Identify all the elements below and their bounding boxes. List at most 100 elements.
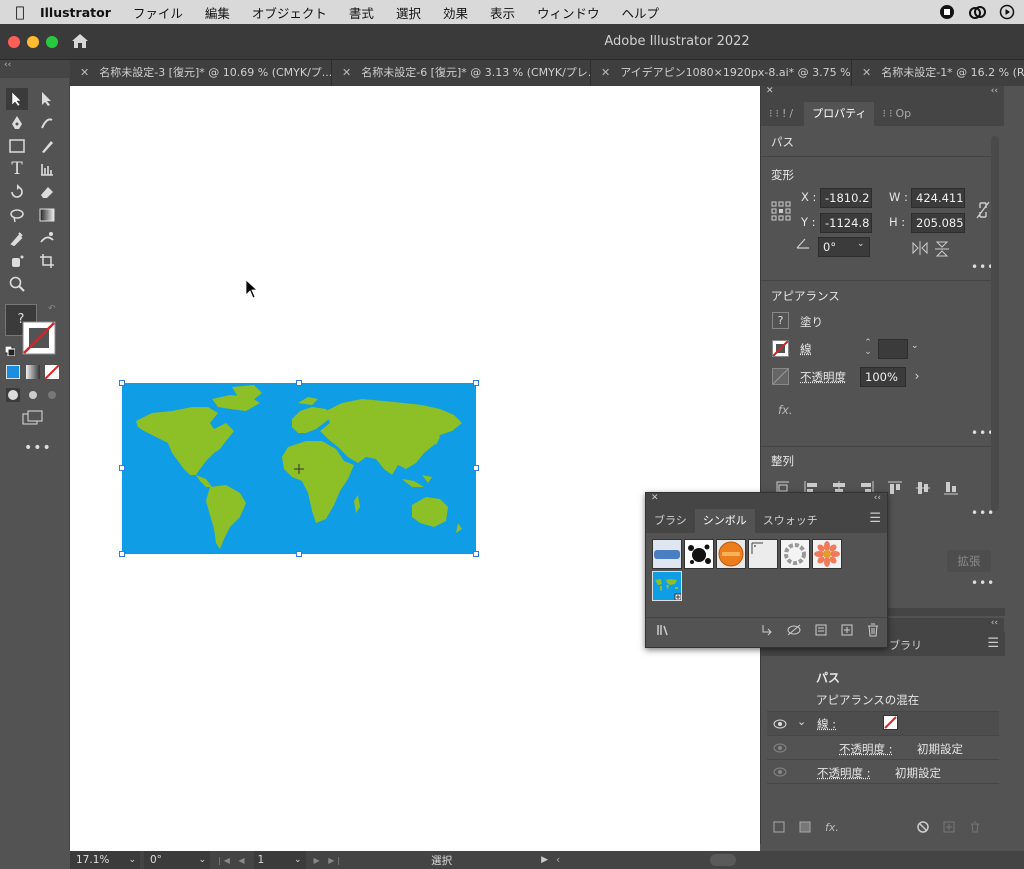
none-mode-icon[interactable] xyxy=(44,364,60,380)
paintbrush-tool-icon[interactable] xyxy=(36,135,58,157)
doc-tab-1[interactable]: ✕ 名称未設定-3 [復元]* @ 10.69 % (CMYK/プ... xyxy=(70,60,332,86)
symbol-sprayer-tool-icon[interactable] xyxy=(6,250,28,272)
stroke-swatch-none[interactable] xyxy=(883,715,898,730)
doc-tab-3[interactable]: ✕ アイデアピン1080×1920px-8.ai* @ 3.75 % ... xyxy=(591,60,852,86)
world-map-symbol-instance[interactable] xyxy=(119,380,479,557)
pen-tool-icon[interactable] xyxy=(6,112,28,134)
tab-other[interactable]: ⁝⁝Op xyxy=(874,102,919,126)
rotate-tool-icon[interactable] xyxy=(6,181,28,203)
tab-properties[interactable]: プロパティ xyxy=(804,102,875,126)
blue-brush-symbol[interactable] xyxy=(652,539,682,569)
eraser-tool-icon[interactable] xyxy=(36,181,58,203)
menu-app-name[interactable]: Illustrator xyxy=(40,5,111,20)
draw-inside-icon[interactable] xyxy=(45,388,59,402)
direct-selection-tool-icon[interactable] xyxy=(36,88,58,110)
doc-tab-2[interactable]: ✕ 名称未設定-6 [復元]* @ 3.13 % (CMYK/プレ... xyxy=(332,60,591,86)
close-tab-icon[interactable]: ✕ xyxy=(80,66,89,79)
tab-libraries[interactable]: ブラリ xyxy=(889,637,922,653)
creative-cloud-icon[interactable] xyxy=(968,3,986,21)
break-link-icon[interactable] xyxy=(786,623,802,637)
align-bottom-icon[interactable] xyxy=(943,480,959,496)
ink-splat-symbol[interactable] xyxy=(684,539,714,569)
gradient-tool-icon[interactable] xyxy=(36,204,58,226)
tab-brushes[interactable]: ブラシ xyxy=(646,509,695,533)
fill-swatch-unknown[interactable]: ? xyxy=(772,312,789,329)
appearance-object-opacity-row[interactable]: 不透明度 : 初期設定 xyxy=(767,760,999,784)
fx-button[interactable]: fx. xyxy=(778,403,793,417)
default-fill-stroke-icon[interactable] xyxy=(4,345,16,357)
play-icon[interactable] xyxy=(998,3,1016,21)
selection-handle-n[interactable] xyxy=(296,380,302,386)
menu-help[interactable]: ヘルプ xyxy=(622,3,660,22)
new-symbol-icon[interactable] xyxy=(840,623,854,637)
symbol-libraries-icon[interactable] xyxy=(656,623,672,637)
status-menu-icon[interactable]: ▶ xyxy=(541,851,548,869)
selection-handle-s[interactable] xyxy=(296,551,302,557)
selection-handle-e[interactable] xyxy=(473,465,479,471)
constrain-proportions-icon[interactable] xyxy=(975,200,991,220)
align-vertical-center-icon[interactable] xyxy=(915,480,931,496)
screen-mode-icon[interactable] xyxy=(22,410,44,426)
flip-horizontal-icon[interactable] xyxy=(912,241,928,255)
artboard-canvas[interactable] xyxy=(70,86,760,851)
stroke-swatch-none[interactable] xyxy=(772,340,789,357)
collapse-panel-icon[interactable]: ‹‹ xyxy=(991,618,998,628)
close-panel-icon[interactable]: ✕ xyxy=(651,493,659,503)
more-options-icon[interactable]: ••• xyxy=(971,576,995,590)
add-fill-icon[interactable] xyxy=(799,821,811,833)
clear-appearance-icon[interactable] xyxy=(917,821,929,833)
selection-handle-se[interactable] xyxy=(473,551,479,557)
ring-symbol[interactable] xyxy=(780,539,810,569)
expand-button[interactable]: 拡張 xyxy=(947,550,991,572)
chevron-down-icon[interactable]: ⌄ xyxy=(128,855,136,865)
graph-tool-icon[interactable] xyxy=(36,158,58,180)
duplicate-item-icon[interactable] xyxy=(943,821,955,833)
stop-record-icon[interactable] xyxy=(938,3,956,21)
chevron-down-icon[interactable]: ⌄ xyxy=(294,855,302,865)
scroll-left-icon[interactable]: ‹ xyxy=(556,851,560,869)
horizontal-scroll-thumb[interactable] xyxy=(710,854,736,866)
rotate-view-field[interactable]: 0° ⌄ xyxy=(144,851,210,869)
tab-symbols[interactable]: シンボル xyxy=(694,509,755,533)
add-stroke-icon[interactable] xyxy=(773,821,785,833)
curvature-tool-icon[interactable] xyxy=(36,112,58,134)
visibility-eye-icon[interactable] xyxy=(773,743,787,753)
opacity-label[interactable]: 不透明度 xyxy=(800,369,846,385)
collapse-panel-icon[interactable]: ‹‹ xyxy=(874,493,881,503)
zoom-level-field[interactable]: 17.1% ⌄ xyxy=(70,851,140,869)
type-tool-icon[interactable]: T xyxy=(6,158,28,180)
selection-handle-w[interactable] xyxy=(119,465,125,471)
edit-toolbar-more-icon[interactable]: ••• xyxy=(24,440,52,456)
panel-menu-icon[interactable]: ☰ xyxy=(869,511,881,526)
x-input[interactable]: -1810.2 xyxy=(820,188,872,208)
selection-handle-nw[interactable] xyxy=(119,380,125,386)
apple-menu-icon[interactable]:  xyxy=(0,3,40,21)
menu-file[interactable]: ファイル xyxy=(133,3,183,22)
delete-symbol-icon[interactable] xyxy=(866,623,880,637)
artboard-tool-icon[interactable] xyxy=(36,250,58,272)
selection-handle-sw[interactable] xyxy=(119,551,125,557)
y-input[interactable]: -1124.8 xyxy=(820,213,872,233)
menu-object[interactable]: オブジェクト xyxy=(252,3,327,22)
zoom-tool-icon[interactable] xyxy=(6,273,28,295)
gradient-mode-icon[interactable] xyxy=(26,365,40,379)
menu-edit[interactable]: 編集 xyxy=(205,3,230,22)
flower-symbol[interactable] xyxy=(812,539,842,569)
artboard-nav-next[interactable]: ▶ ▶| xyxy=(314,851,344,869)
tab-swatches[interactable]: スウォッチ xyxy=(755,509,826,533)
height-input[interactable]: 205.085 xyxy=(911,213,965,233)
stroke-label[interactable]: 線 xyxy=(800,341,812,357)
flip-vertical-icon[interactable] xyxy=(935,241,949,257)
lasso-tool-icon[interactable] xyxy=(6,204,28,226)
rectangle-tool-icon[interactable] xyxy=(6,135,28,157)
menu-select[interactable]: 選択 xyxy=(396,3,421,22)
swap-fill-stroke-icon[interactable]: ↶ xyxy=(48,304,56,314)
appearance-stroke-row[interactable]: ⌄ 線 : xyxy=(767,712,999,736)
stroke-label[interactable]: 線 : xyxy=(817,716,836,732)
close-tab-icon[interactable]: ✕ xyxy=(342,66,351,79)
delete-item-icon[interactable] xyxy=(969,821,981,833)
stroke-swatch-none[interactable] xyxy=(22,321,56,355)
draw-normal-icon[interactable] xyxy=(6,388,20,402)
draw-behind-icon[interactable] xyxy=(26,388,40,402)
artboard-nav-prev[interactable]: |◀ ◀ xyxy=(218,851,248,869)
